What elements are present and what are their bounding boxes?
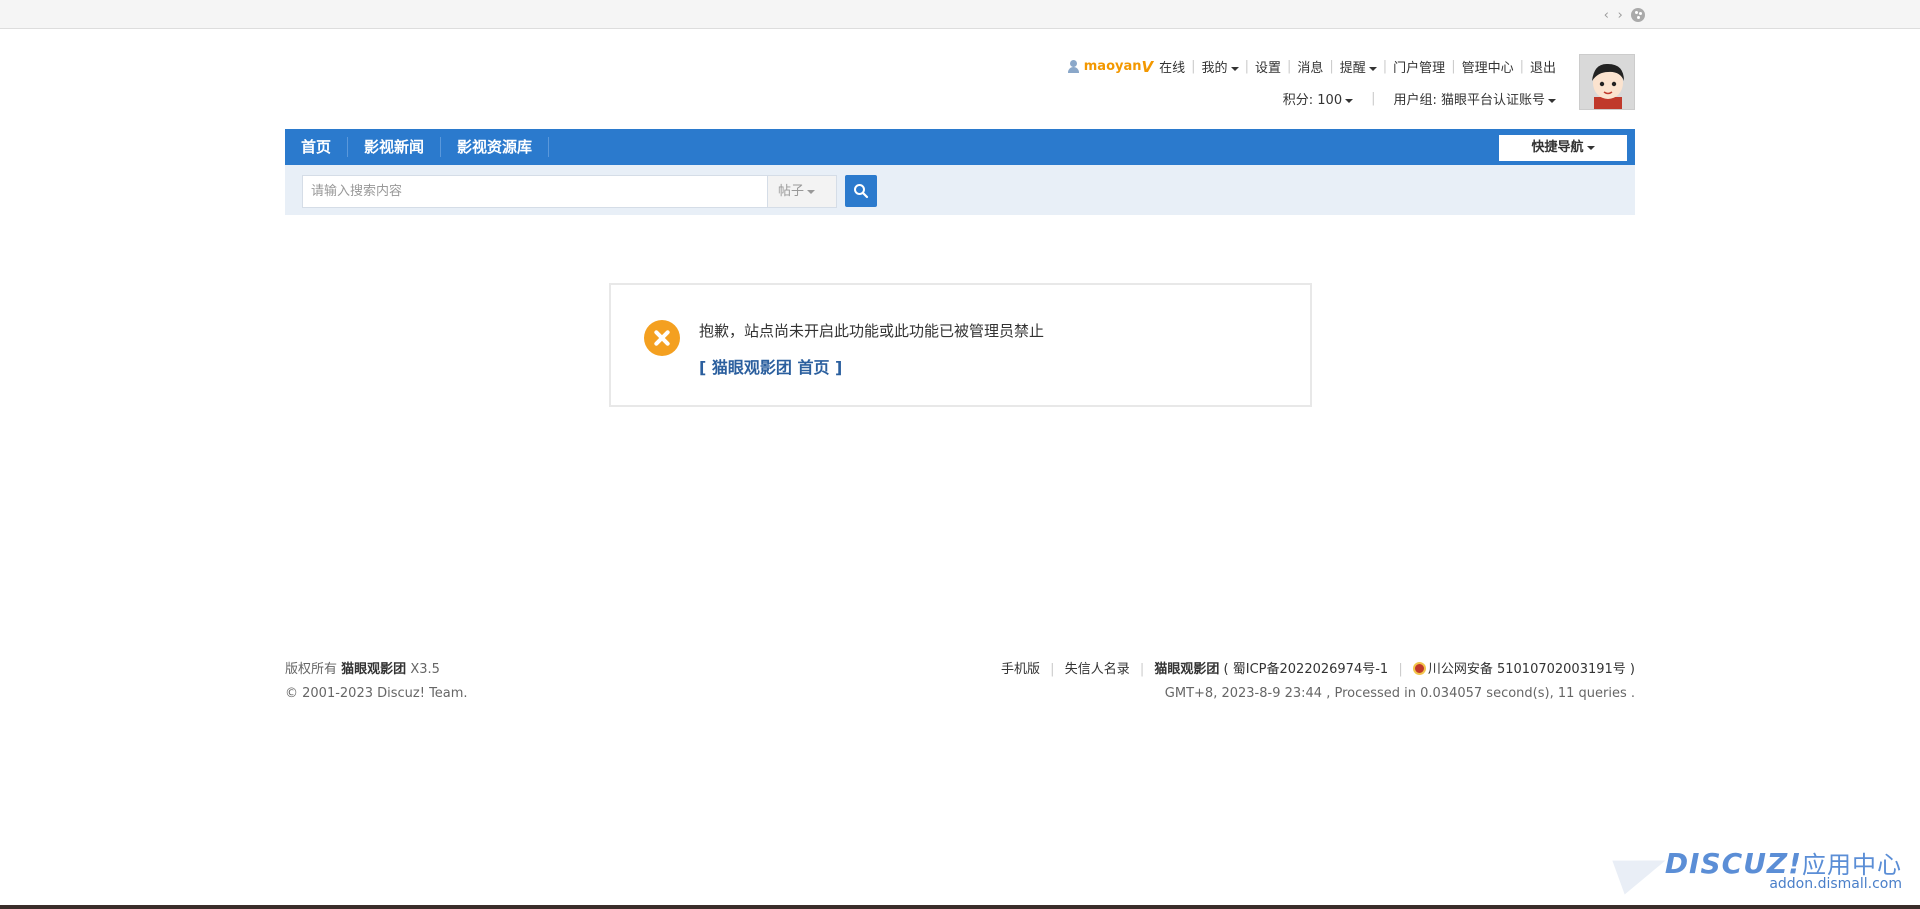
separator: | (1329, 59, 1334, 74)
separator: | (1382, 59, 1388, 74)
footer-site-name[interactable]: 猫眼观影团 (341, 662, 406, 677)
chevron-down-icon (1230, 66, 1239, 71)
error-alert: 抱歉，站点尚未开启此功能或此功能已被管理员禁止 [ 猫眼观影团 首页 ] (609, 283, 1312, 407)
user-stats: 积分: 100 | 用户组: 猫眼平台认证账号 (1283, 89, 1556, 108)
reminder-menu[interactable]: 提醒 (1340, 57, 1377, 76)
quick-nav-button[interactable]: 快捷导航 (1499, 135, 1627, 161)
separator: | (1451, 59, 1456, 74)
usergroup-menu[interactable]: 用户组: 猫眼平台认证账号 (1393, 89, 1556, 108)
main-navbar: 首页 影视新闻 影视资源库 快捷导航 (285, 129, 1635, 165)
icp-link[interactable]: ( 蜀ICP备2022026974号-1 (1224, 662, 1389, 677)
admin-center-link[interactable]: 管理中心 (1462, 57, 1514, 76)
points-menu[interactable]: 积分: 100 (1283, 89, 1354, 108)
separator: | (1191, 59, 1196, 74)
police-badge-icon (1412, 662, 1426, 675)
search-input[interactable]: 请输入搜索内容 (302, 175, 768, 208)
messages-link[interactable]: 消息 (1297, 57, 1323, 76)
chevron-down-icon (1548, 98, 1556, 103)
search-icon (854, 184, 869, 199)
search-type-select[interactable]: 帖子 (768, 175, 837, 208)
separator: | (1139, 662, 1145, 677)
police-link[interactable]: 川公网安备 51010702003191号 ) (1428, 662, 1635, 677)
dishonest-list-link[interactable]: 失信人名录 (1065, 662, 1130, 677)
portal-admin-link[interactable]: 门户管理 (1393, 57, 1445, 76)
nav-home[interactable]: 首页 (285, 137, 349, 157)
separator: | (1286, 59, 1292, 74)
separator: | (1519, 59, 1524, 74)
chevron-down-icon (1368, 66, 1377, 71)
logout-link[interactable]: 退出 (1530, 57, 1556, 76)
mobile-link[interactable]: 手机版 (1001, 662, 1040, 677)
separator: | (1398, 662, 1403, 677)
avatar[interactable] (1579, 54, 1635, 110)
search-button[interactable] (845, 175, 877, 207)
my-menu[interactable]: 我的 (1202, 57, 1239, 76)
footer-info: 手机版 | 失信人名录 | 猫眼观影团 ( 蜀ICP备2022026974号-1… (1001, 658, 1635, 706)
user-icon (1067, 60, 1080, 73)
footer-icp-site[interactable]: 猫眼观影团 (1154, 662, 1219, 677)
alert-message: 抱歉，站点尚未开启此功能或此功能已被管理员禁止 (699, 322, 1045, 340)
separator: | (1244, 59, 1249, 74)
error-icon (644, 320, 680, 356)
nav-movie-news[interactable]: 影视新闻 (348, 137, 442, 157)
home-link[interactable]: [ 猫眼观影团 首页 ] (699, 354, 842, 378)
discuz-copyright: © 2001-2023 Discuz! Team. (285, 686, 468, 701)
settings-link[interactable]: 设置 (1255, 57, 1281, 76)
online-link[interactable]: 在线 (1159, 57, 1185, 76)
processed-info: GMT+8, 2023-8-9 23:44 , Processed in 0.0… (1164, 686, 1635, 701)
separator: | (1050, 662, 1055, 677)
user-menu: maoyan V 在线 | 我的 | 设置 | 消息 | 提醒 | 门户管理 |… (1067, 57, 1556, 76)
chevron-down-icon (807, 189, 816, 194)
nav-movie-library[interactable]: 影视资源库 (441, 137, 550, 157)
separator: | (1371, 91, 1376, 106)
verified-badge: V (1141, 57, 1154, 76)
chevron-down-icon (1345, 98, 1354, 103)
chevron-down-icon (1586, 145, 1595, 150)
search-bar: 请输入搜索内容 帖子 (285, 165, 1635, 215)
copyright-prefix: 版权所有 (285, 662, 338, 677)
watermark-app-center: 应用中心 (1802, 851, 1902, 879)
page-container: maoyan V 在线 | 我的 | 设置 | 消息 | 提醒 | 门户管理 |… (285, 0, 1635, 909)
window-bottom-edge (0, 905, 1920, 909)
version: X3.5 (410, 662, 440, 677)
username-link[interactable]: maoyan (1084, 59, 1142, 74)
discuz-watermark: DISCUZ!应用中心 addon.dismall.com (1612, 843, 1902, 895)
footer-copyright: 版权所有 猫眼观影团 X3.5 © 2001-2023 Discuz! Team… (285, 658, 468, 706)
